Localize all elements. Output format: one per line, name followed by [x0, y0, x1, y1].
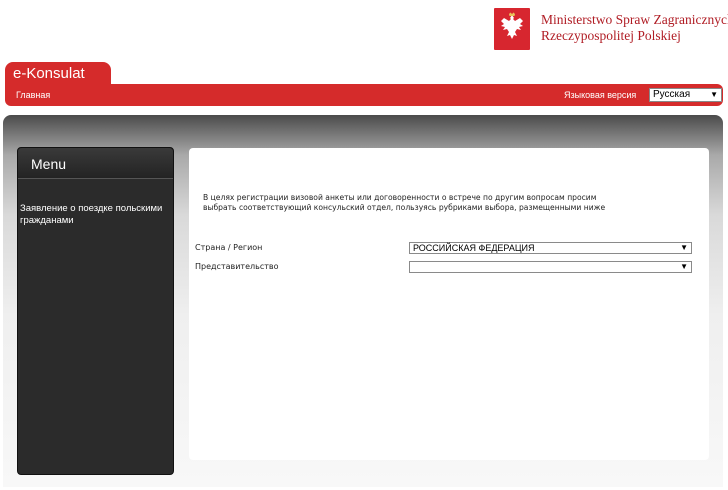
site-header: Ministerstwo Spraw Zagranicznych Rzeczyp…	[0, 0, 728, 62]
country-select-value: РОССИЙСКАЯ ФЕДЕРАЦИЯ	[413, 243, 535, 253]
intro-text: В целях регистрации визовой анкеты или д…	[203, 193, 703, 213]
intro-line1: В целях регистрации визовой анкеты или д…	[203, 193, 597, 202]
language-select[interactable]: Русская ▼	[649, 88, 722, 102]
top-nav-bar: Главная Языковая версия Русская ▼	[5, 84, 723, 106]
side-menu: Menu Заявление о поездке польскими гражд…	[17, 147, 174, 475]
intro-line2: выбрать соответствующий консульский отде…	[203, 203, 606, 212]
language-version-label: Языковая версия	[564, 90, 637, 100]
dropdown-arrow-icon: ▼	[680, 243, 688, 252]
ministry-name-line2: Rzeczypospolitej Polskiej	[541, 28, 681, 43]
ministry-name: Ministerstwo Spraw Zagranicznych Rzeczyp…	[541, 12, 728, 44]
content-panel: В целях регистрации визовой анкеты или д…	[189, 148, 709, 460]
menu-item-trip-application[interactable]: Заявление о поездке польскими гражданами	[20, 203, 170, 227]
country-select[interactable]: РОССИЙСКАЯ ФЕДЕРАЦИЯ ▼	[409, 242, 692, 254]
office-label: Представительство	[195, 262, 279, 271]
polish-eagle-emblem-icon	[494, 8, 530, 50]
dropdown-arrow-icon: ▼	[680, 262, 688, 271]
language-select-value: Русская	[653, 89, 691, 100]
nav-home-link[interactable]: Главная	[16, 90, 50, 100]
ministry-name-line1: Ministerstwo Spraw Zagranicznych	[541, 12, 728, 27]
menu-title: Menu	[31, 156, 67, 172]
brand-tab: e-Konsulat	[5, 62, 111, 86]
country-label: Страна / Регион	[195, 243, 263, 252]
office-select[interactable]: ▼	[409, 261, 692, 273]
dropdown-arrow-icon: ▼	[710, 90, 718, 99]
